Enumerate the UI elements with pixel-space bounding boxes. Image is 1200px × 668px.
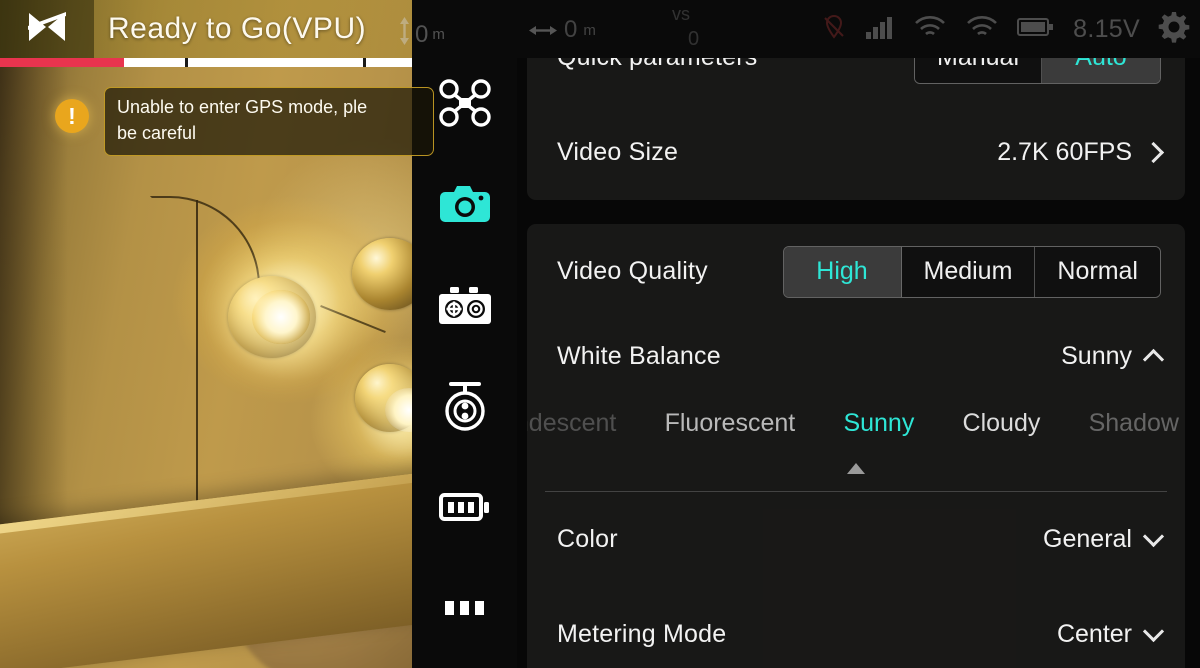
- gps-warning-toast[interactable]: Unable to enter GPS mode, ple be careful: [104, 87, 434, 157]
- quick-parameters-label: Quick parameters: [557, 43, 758, 71]
- chevron-right-icon[interactable]: [1142, 141, 1165, 164]
- white-balance-option-fluorescent[interactable]: Fluorescent: [665, 409, 796, 438]
- sidebar-item-battery[interactable]: [412, 456, 517, 557]
- color-label: Color: [557, 525, 618, 553]
- white-balance-option-sunny[interactable]: Sunny: [843, 409, 914, 438]
- toast-message-line-1: Unable to enter GPS mode, ple: [117, 97, 368, 117]
- white-balance-options-list[interactable]: andescent Fluorescent Sunny Cloudy Shado…: [527, 393, 1185, 453]
- white-balance-option-shadow[interactable]: Shadow: [1089, 409, 1179, 438]
- gimbal-icon: [437, 284, 493, 326]
- row-metering-mode[interactable]: Metering Mode Center: [527, 587, 1185, 668]
- metering-mode-value: Center: [1056, 620, 1132, 648]
- no-gps-icon: [821, 14, 847, 45]
- battery-icon: [438, 491, 491, 523]
- flight-mode-button[interactable]: [0, 0, 94, 58]
- row-color[interactable]: Color General: [527, 492, 1185, 587]
- video-size-value-group: 2.7K 60FPS: [997, 138, 1165, 167]
- metering-mode-label: Metering Mode: [557, 620, 727, 648]
- wifi-icon: [913, 14, 947, 45]
- segment-normal[interactable]: Normal: [1035, 246, 1160, 297]
- battery-progress-tick: [185, 58, 189, 67]
- remote-wifi-icon: [965, 14, 999, 45]
- caret-up-icon[interactable]: [847, 463, 865, 474]
- white-balance-value: Sunny: [1061, 341, 1132, 370]
- chevron-down-icon[interactable]: [1142, 620, 1165, 643]
- segment-medium[interactable]: Medium: [901, 246, 1036, 297]
- camera-icon: [439, 182, 491, 226]
- white-balance-value-group: Sunny: [1061, 341, 1165, 371]
- toast-message-line-2: be careful: [117, 122, 197, 143]
- sidebar-item-more[interactable]: [412, 557, 517, 658]
- video-size-value: 2.7K 60FPS: [997, 138, 1132, 166]
- warning-exclamation-icon: !: [55, 99, 89, 133]
- sidebar-item-camera[interactable]: [412, 153, 517, 254]
- row-video-size[interactable]: Video Size 2.7K 60FPS: [527, 105, 1185, 200]
- camera-settings-panel: Quick parameters Manual Auto Video Size …: [517, 0, 1200, 668]
- drone-camera-app: Ready to Go(VPU) 0 m 0 m vs 0 8.15V ! Un…: [0, 0, 1200, 668]
- sidebar-item-vision-sensor[interactable]: [412, 355, 517, 456]
- white-balance-option-incandescent[interactable]: andescent: [527, 409, 616, 438]
- chevron-down-icon[interactable]: [1142, 525, 1165, 548]
- chevron-up-icon[interactable]: [1142, 348, 1165, 370]
- battery-progress-fill: [0, 58, 124, 67]
- video-size-label: Video Size: [557, 138, 679, 166]
- color-value: General: [1043, 525, 1132, 553]
- status-bar-indicators: 8.15V: [821, 0, 1190, 58]
- color-value-group: General: [1043, 525, 1165, 554]
- battery-voltage: 8.15V: [1073, 14, 1140, 43]
- more-dots-icon: [443, 599, 487, 617]
- home-point-icon: [25, 10, 69, 49]
- sidebar-item-gimbal[interactable]: [412, 254, 517, 355]
- white-balance-label: White Balance: [557, 341, 721, 370]
- metering-mode-value-group: Center: [1056, 620, 1165, 649]
- feed-lamp-center: [228, 276, 316, 358]
- signal-bars-icon: [865, 14, 895, 45]
- vision-sensor-icon: [441, 380, 489, 432]
- segment-high[interactable]: High: [783, 246, 902, 297]
- gear-icon[interactable]: [1158, 11, 1190, 48]
- battery-progress-bar: [0, 58, 412, 67]
- row-white-balance[interactable]: White Balance Sunny: [527, 319, 1185, 393]
- row-video-quality: Video Quality High Medium Normal: [527, 224, 1185, 319]
- white-balance-collapse-area[interactable]: [527, 453, 1185, 491]
- video-quality-label: Video Quality: [557, 257, 708, 285]
- feed-wall-corner: [0, 0, 68, 560]
- white-balance-option-cloudy[interactable]: Cloudy: [963, 409, 1041, 438]
- battery-progress-tick: [362, 58, 366, 67]
- video-quality-segmented-control[interactable]: High Medium Normal: [782, 245, 1161, 298]
- image-settings-card: Video Quality High Medium Normal White B…: [527, 224, 1185, 668]
- battery-icon: [1017, 15, 1055, 44]
- drone-icon: [438, 78, 491, 127]
